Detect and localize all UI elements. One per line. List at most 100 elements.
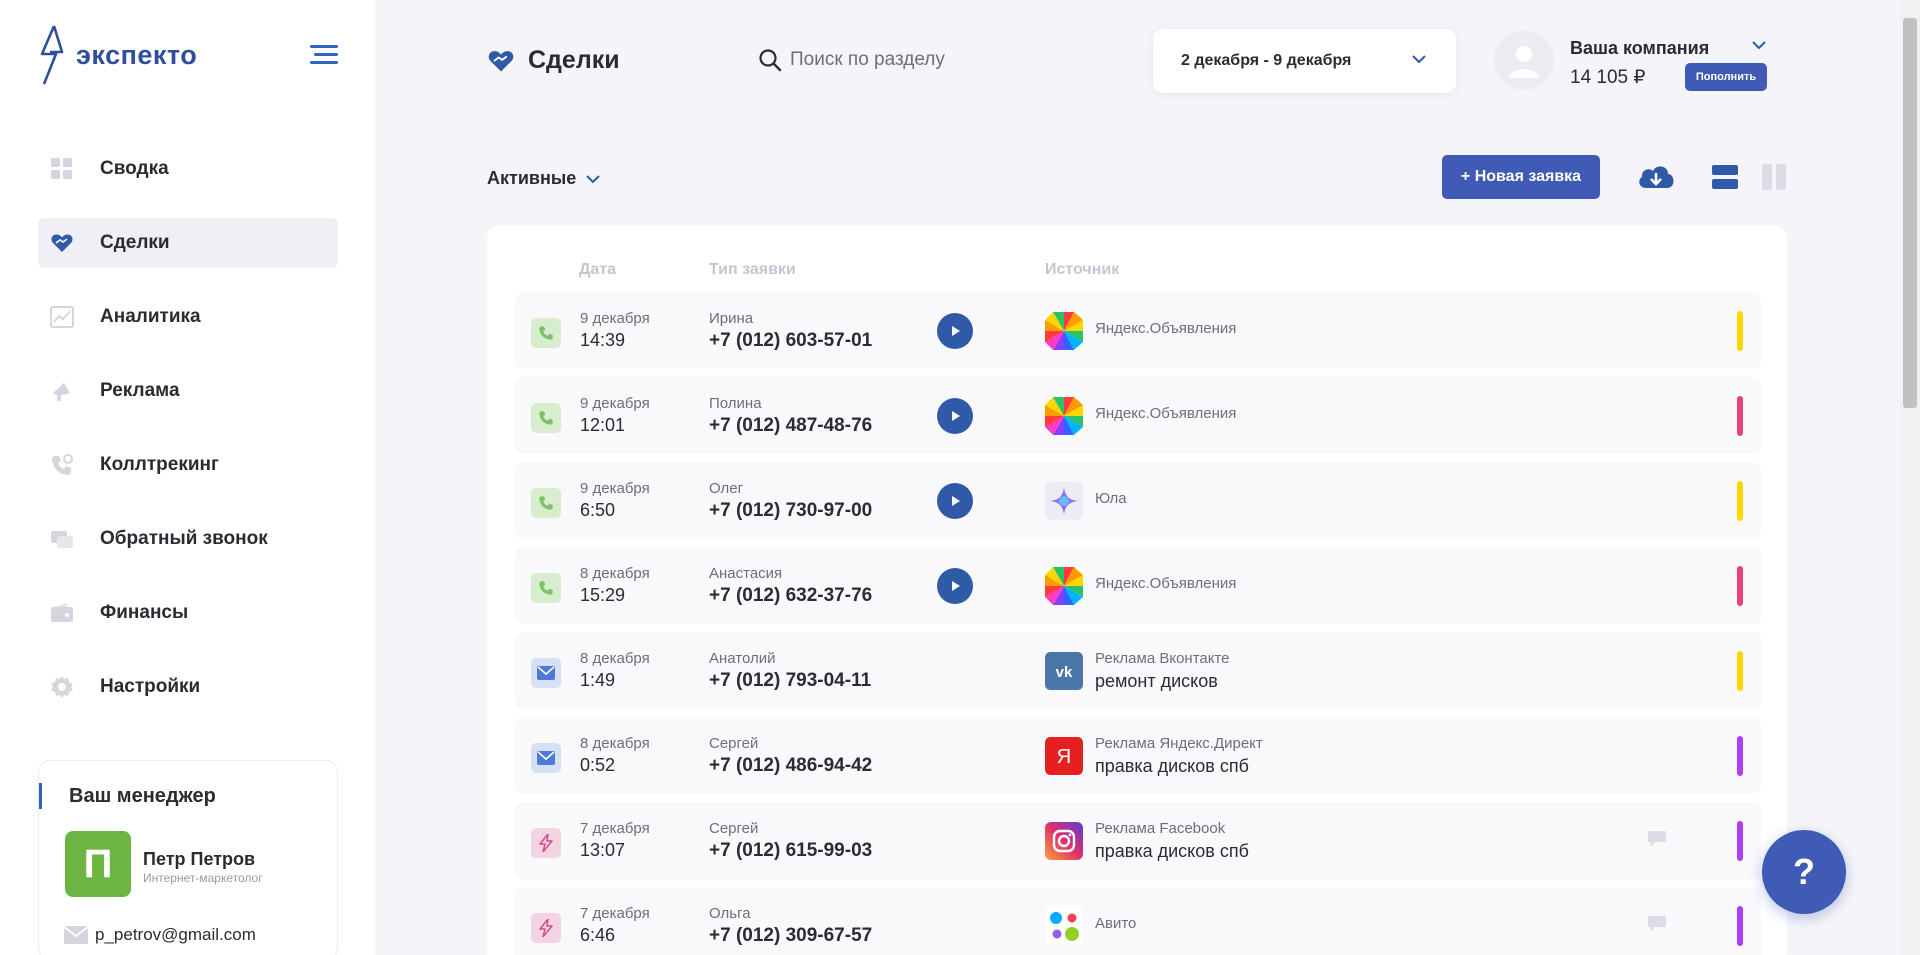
sidebar-item-analytics[interactable]: Аналитика <box>38 292 338 342</box>
sidebar-item-ads[interactable]: Реклама <box>38 366 338 416</box>
phone-icon <box>531 403 561 433</box>
search-input[interactable] <box>790 49 1050 71</box>
sidebar-item-summary[interactable]: Сводка <box>38 144 338 194</box>
status-indicator <box>1737 906 1743 946</box>
wallet-icon <box>50 601 74 625</box>
table-row[interactable]: 8 декабря 0:52 Сергей +7 (012) 486-94-42 Я Ре… <box>515 717 1761 794</box>
comment-icon[interactable] <box>1647 915 1667 933</box>
lightning-icon <box>531 828 561 858</box>
sidebar-nav: Сводка Сделки Аналитика Реклама Коллтрек… <box>38 144 338 736</box>
phone-icon <box>531 488 561 518</box>
manager-card: Ваш менеджер П Петр Петров Интернет-марк… <box>38 760 338 955</box>
sidebar-item-label: Обратный звонок <box>100 528 268 549</box>
sidebar-item-callback[interactable]: Обратный звонок <box>38 514 338 564</box>
row-phone: +7 (012) 615-99-03 <box>709 840 873 861</box>
search-box <box>758 48 1050 72</box>
row-campaign: правка дисков спб <box>1095 841 1249 861</box>
callback-icon <box>50 527 74 551</box>
manager-avatar: П <box>65 831 131 897</box>
scrollbar[interactable] <box>1900 0 1920 955</box>
kanban-view-icon[interactable] <box>1762 164 1788 190</box>
row-date: 7 декабря <box>580 820 650 837</box>
sidebar-item-label: Коллтрекинг <box>100 454 219 475</box>
table-row[interactable]: 8 декабря 1:49 Анатолий +7 (012) 793-04-11 v… <box>515 632 1761 709</box>
yandex-ads-logo-icon <box>1045 397 1083 435</box>
date-range-picker[interactable]: 2 декабря - 9 декабря <box>1153 29 1456 93</box>
row-client-name: Ольга <box>709 905 751 922</box>
help-button[interactable]: ? <box>1762 830 1846 914</box>
manager-email: p_petrov@gmail.com <box>95 925 256 944</box>
comment-icon[interactable] <box>1647 830 1667 848</box>
status-indicator <box>1737 821 1743 861</box>
filter-label: Активные <box>487 168 577 188</box>
table-row[interactable]: 7 декабря 13:07 Сергей +7 (012) 615-99-03 Ре… <box>515 802 1761 879</box>
sidebar-item-finance[interactable]: Финансы <box>38 588 338 638</box>
phone-icon <box>531 573 561 603</box>
topup-button[interactable]: Пополнить <box>1685 63 1767 91</box>
column-header-date[interactable]: Дата <box>579 261 616 279</box>
status-filter-dropdown[interactable]: Активные <box>487 168 600 189</box>
row-date: 8 декабря <box>580 650 650 667</box>
envelope-icon <box>531 658 561 688</box>
row-client-name: Анастасия <box>709 565 783 582</box>
row-client-name: Полина <box>709 395 762 412</box>
download-cloud-icon[interactable] <box>1636 160 1676 192</box>
row-source: Яндекс.Объявления <box>1095 405 1237 422</box>
row-phone: +7 (012) 486-94-42 <box>709 755 873 776</box>
table-row[interactable]: 8 декабря 15:29 Анастасия +7 (012) 632-37-7… <box>515 547 1761 624</box>
table-row[interactable]: 9 декабря 6:50 Олег +7 (012) 730-97-00 Юла <box>515 462 1761 539</box>
row-source: Реклама Яндекс.Директ <box>1095 735 1263 752</box>
row-date: 9 декабря <box>580 395 650 412</box>
phone-tracking-icon <box>50 453 74 477</box>
row-source: Яндекс.Объявления <box>1095 320 1237 337</box>
scrollbar-thumb[interactable] <box>1903 18 1917 408</box>
sidebar-item-label: Аналитика <box>100 306 201 327</box>
new-request-button[interactable]: + Новая заявка <box>1442 155 1600 199</box>
status-indicator <box>1737 481 1743 521</box>
play-recording-icon[interactable] <box>937 483 973 519</box>
envelope-icon <box>63 926 89 944</box>
list-view-icon[interactable] <box>1712 164 1738 190</box>
chevron-down-icon[interactable] <box>1752 40 1766 50</box>
menu-toggle-icon[interactable] <box>310 45 338 65</box>
deals-table: Дата Тип заявки Источник 9 декабря 14:39 И… <box>487 225 1787 955</box>
play-recording-icon[interactable] <box>937 398 973 434</box>
chevron-down-icon <box>586 174 600 183</box>
row-client-name: Сергей <box>709 735 759 752</box>
balance: 14 105 ₽ <box>1570 67 1646 88</box>
chevron-down-icon <box>1412 55 1426 64</box>
svg-text:Я: Я <box>1057 746 1071 768</box>
manager-name: Петр Петров <box>143 849 256 869</box>
avito-logo-icon <box>1045 907 1083 945</box>
logo-text: экспекто <box>76 39 198 70</box>
play-recording-icon[interactable] <box>937 313 973 349</box>
row-phone: +7 (012) 309-67-57 <box>709 925 873 946</box>
row-time: 6:46 <box>580 925 616 945</box>
analytics-icon <box>50 305 74 329</box>
manager-email-link[interactable]: p_petrov@gmail.com <box>63 925 256 945</box>
logo[interactable]: экспекто <box>38 24 197 86</box>
play-recording-icon[interactable] <box>937 568 973 604</box>
table-row[interactable]: 7 декабря 6:46 Ольга +7 (012) 309-67-57 Авит… <box>515 887 1761 955</box>
sidebar-item-label: Сделки <box>100 232 170 253</box>
avatar[interactable] <box>1494 30 1554 90</box>
row-phone: +7 (012) 603-57-01 <box>709 330 873 351</box>
sidebar-item-deals[interactable]: Сделки <box>38 218 338 268</box>
row-client-name: Анатолий <box>709 650 776 667</box>
user-icon <box>1509 46 1539 78</box>
row-time: 14:39 <box>580 330 626 350</box>
row-date: 7 декабря <box>580 905 650 922</box>
row-phone: +7 (012) 793-04-11 <box>709 670 872 691</box>
table-row[interactable]: 9 декабря 14:39 Ирина +7 (012) 603-57-01 Янд… <box>515 292 1761 369</box>
yandex-ads-logo-icon <box>1045 567 1083 605</box>
gear-icon <box>50 675 74 699</box>
sidebar-item-settings[interactable]: Настройки <box>38 662 338 712</box>
row-source: Авито <box>1095 915 1137 932</box>
column-header-type[interactable]: Тип заявки <box>709 261 796 279</box>
status-indicator <box>1737 736 1743 776</box>
column-header-source[interactable]: Источник <box>1045 261 1119 279</box>
sidebar-item-calltracking[interactable]: Коллтрекинг <box>38 440 338 490</box>
youla-logo-icon <box>1045 482 1083 520</box>
table-row[interactable]: 9 декабря 12:01 Полина +7 (012) 487-48-76 Ян… <box>515 377 1761 454</box>
status-indicator <box>1737 566 1743 606</box>
